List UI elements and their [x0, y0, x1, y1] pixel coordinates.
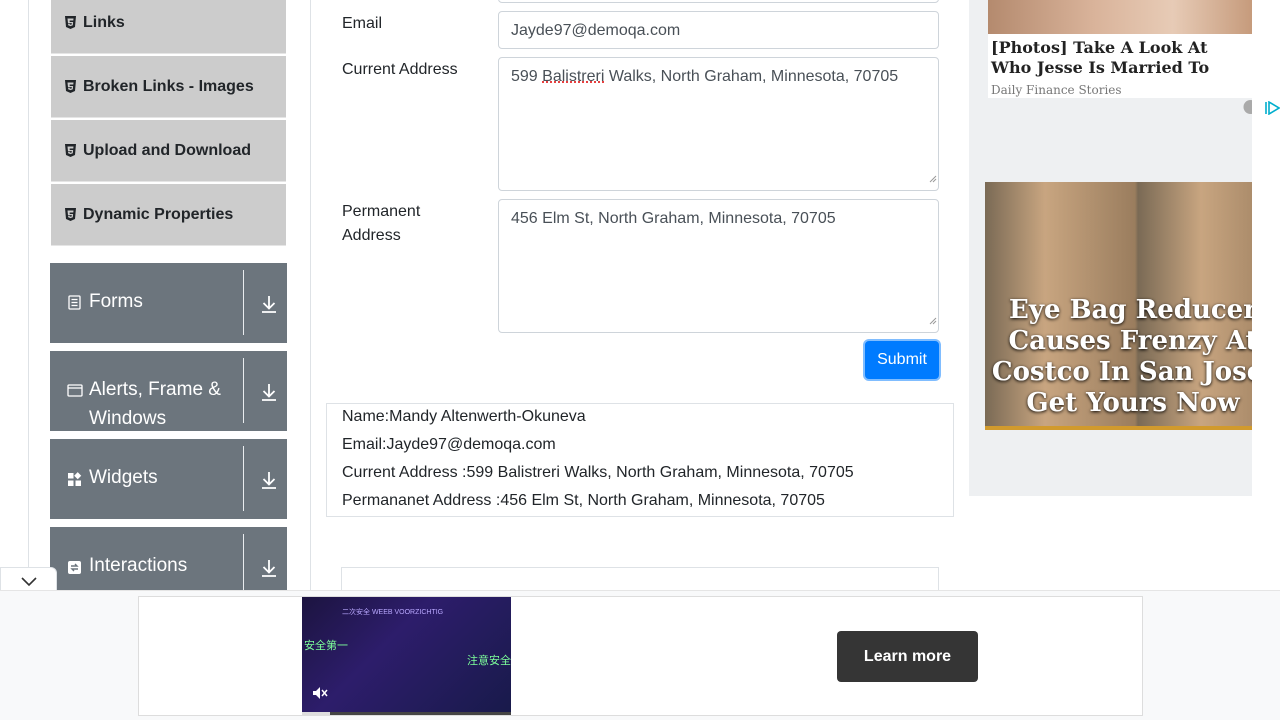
- download-arrow-icon[interactable]: [260, 294, 278, 314]
- side-advertisement[interactable]: [Photos] Take A Look At Who Jesse Is Mar…: [969, 0, 1252, 496]
- sidebar-group-forms[interactable]: Forms: [50, 263, 287, 343]
- group-label: Alerts, Frame & Windows: [89, 375, 221, 431]
- group-label: Interactions: [89, 555, 188, 576]
- video-progress: [302, 712, 511, 715]
- sidebar-item-broken-links[interactable]: Broken Links - Images: [51, 56, 286, 118]
- sidebar-item-upload-download[interactable]: Upload and Download: [51, 120, 286, 182]
- download-arrow-icon[interactable]: [260, 558, 278, 578]
- ad-source: Daily Finance Stories: [991, 83, 1122, 97]
- content-divider-line: [310, 0, 311, 590]
- resize-handle-icon[interactable]: [929, 311, 937, 331]
- ad-photo: [988, 0, 1252, 34]
- adchoices-triangle-icon[interactable]: [1264, 100, 1280, 120]
- bottom-advertisement[interactable]: 二次安全 WEEB VOORZICHTIG 安全第一 注意安全 Learn mo…: [138, 596, 1143, 716]
- group-label: Forms: [89, 291, 143, 312]
- html5-icon: [65, 80, 76, 93]
- sidebar-item-label: Broken Links - Images: [83, 77, 254, 95]
- group-divider: [243, 270, 244, 335]
- group-label-line2: Windows: [89, 408, 167, 429]
- left-border-line: [28, 0, 29, 590]
- sidebar-item-label: Dynamic Properties: [83, 205, 234, 223]
- current-address-textarea[interactable]: 599 Balistreri Walks, North Graham, Minn…: [498, 57, 939, 191]
- output-name: Name:Mandy Altenwerth-Okuneva: [342, 408, 586, 425]
- video-line-1: 二次安全 WEEB VOORZICHTIG: [342, 609, 444, 616]
- sidebar-item-links[interactable]: Links: [51, 0, 286, 54]
- email-label: Email: [342, 15, 383, 32]
- sidebar-item-label: Upload and Download: [83, 141, 251, 159]
- sidebar-item-label: Links: [83, 13, 125, 31]
- resize-handle-icon[interactable]: [929, 169, 937, 189]
- output-current-address: Current Address :599 Balistreri Walks, N…: [342, 464, 854, 481]
- permanent-address-value: 456 Elm St, North Graham, Minnesota, 707…: [511, 210, 836, 227]
- group-divider: [243, 446, 244, 511]
- group-label-line1: Alerts, Frame &: [89, 379, 221, 400]
- group-label: Widgets: [89, 467, 158, 488]
- permanent-address-textarea[interactable]: 456 Elm St, North Graham, Minnesota, 707…: [498, 199, 939, 333]
- current-address-suffix: Walks, North Graham, Minnesota, 70705: [604, 68, 899, 85]
- sidebar-group-alerts[interactable]: Alerts, Frame & Windows: [50, 351, 287, 431]
- learn-more-button[interactable]: Learn more: [837, 631, 978, 682]
- permanent-address-label: Permanent Address: [342, 200, 420, 248]
- sidebar-group-widgets[interactable]: Widgets: [50, 439, 287, 519]
- video-line-3: 注意安全: [467, 655, 511, 667]
- email-field[interactable]: Jayde97@demoqa.com: [498, 11, 939, 49]
- permanent-label-line2: Address: [342, 227, 401, 244]
- video-line-2: 安全第一: [304, 640, 348, 652]
- forms-icon: [67, 294, 82, 310]
- sidebar-item-dynamic-properties[interactable]: Dynamic Properties: [51, 184, 286, 246]
- group-divider: [243, 358, 244, 423]
- ad-video[interactable]: 二次安全 WEEB VOORZICHTIG 安全第一 注意安全: [302, 597, 511, 715]
- html5-icon: [65, 208, 76, 221]
- sidebar-group-interactions[interactable]: Interactions: [50, 527, 287, 590]
- adchoices-icon[interactable]: [1243, 100, 1252, 119]
- current-address-prefix: 599: [511, 68, 543, 85]
- download-arrow-icon[interactable]: [260, 382, 278, 402]
- group-divider: [243, 534, 244, 590]
- current-address-label: Current Address: [342, 61, 458, 78]
- prev-field-edge: [498, 0, 939, 3]
- download-arrow-icon[interactable]: [260, 470, 278, 490]
- ad-headline[interactable]: [Photos] Take A Look At Who Jesse Is Mar…: [991, 38, 1252, 78]
- output-email: Email:Jayde97@demoqa.com: [342, 436, 556, 453]
- widgets-icon: [67, 471, 82, 486]
- output-permanent-address: Permananet Address :456 Elm St, North Gr…: [342, 492, 825, 509]
- permanent-label-line1: Permanent: [342, 203, 421, 220]
- html5-icon: [65, 16, 76, 29]
- interactions-icon: [67, 559, 82, 574]
- mute-icon[interactable]: [312, 686, 328, 705]
- window-icon: [67, 382, 83, 397]
- submit-button[interactable]: Submit: [865, 341, 939, 379]
- html5-icon: [65, 144, 76, 157]
- ad-banner-text: Eye Bag Reducer Causes Frenzy At Costco …: [991, 295, 1252, 418]
- ad-banner[interactable]: Eye Bag Reducer Causes Frenzy At Costco …: [985, 182, 1252, 430]
- spellcheck-word: Balistreri: [542, 68, 605, 85]
